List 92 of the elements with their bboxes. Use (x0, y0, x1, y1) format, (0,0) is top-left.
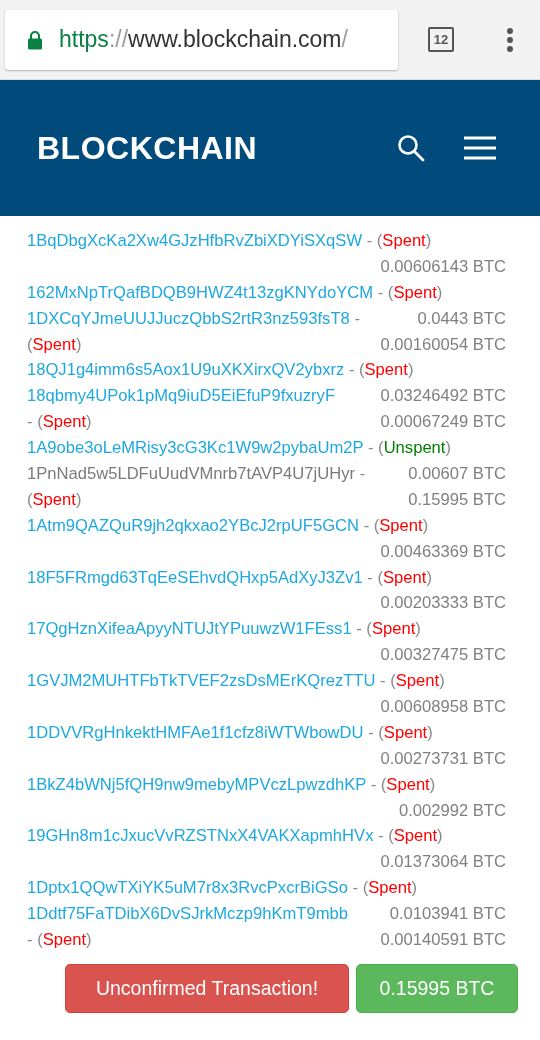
status-text: Spent (368, 878, 412, 898)
lock-icon (27, 29, 43, 50)
separator-text: - ( (365, 231, 383, 250)
bracket-text: ) (86, 930, 92, 950)
amount-text: 0.0103941 BTC (389, 903, 506, 926)
address-link[interactable]: 19GHn8m1cJxucVvRZSTNxX4VAKXapmhHVx (27, 826, 374, 846)
bracket-text: ) (411, 878, 418, 898)
amount-text: 0.03246492 BTC (380, 385, 506, 408)
amount-text: 0.00067249 BTC (380, 411, 506, 434)
separator-text: - ( (366, 567, 383, 587)
search-icon[interactable] (397, 134, 425, 162)
separator-text: - ( (366, 438, 384, 458)
separator-text: ( (27, 334, 33, 354)
separator-text: - ( (351, 878, 369, 898)
amount-text: 0.00273731 BTC (380, 747, 506, 770)
amount-text: 0.00607 BTC (408, 463, 506, 485)
separator-text: - ( (367, 722, 384, 742)
amount-text: 0.01373064 BTC (380, 851, 506, 874)
separator-text: - (358, 464, 366, 483)
address-link[interactable]: 1BkZ4bWNj5fQH9nw9mebyMPVczLpwzdhKP (27, 774, 367, 794)
total-button[interactable]: 0.15995 BTC (356, 964, 518, 1013)
bracket-text: ) (75, 489, 82, 509)
bracket-text: ) (436, 282, 443, 302)
separator-text: - ( (362, 515, 380, 535)
bracket-text: ) (75, 334, 82, 354)
address-text: 1PnNad5w5LDFuUudVMnrb7tAVP4U7jUHyr (27, 464, 356, 483)
status-text: Spent (42, 412, 87, 432)
url-text: https://www.blockchain.com/ (59, 26, 348, 53)
address-bar[interactable]: https://www.blockchain.com/ (5, 9, 398, 70)
bracket-text: ) (429, 774, 436, 794)
status-button[interactable]: Unconfirmed Transaction! (65, 964, 349, 1013)
bracket-text: ) (86, 412, 92, 432)
tab-count-button[interactable]: 12 (428, 27, 454, 52)
separator-text: - ( (27, 930, 43, 950)
address-link[interactable]: 1GVJM2MUHTFbTkTVEF2zsDsMErKQrezTTU (27, 671, 376, 691)
address-link[interactable]: 1DXCqYJmeUUJJuczQbbS2rtR3nz593fsT8 (27, 308, 350, 328)
separator-text: - ( (376, 282, 394, 302)
bracket-text: ) (427, 722, 433, 742)
address-link[interactable]: 162MxNpTrQafBDQB9HWZ4t13zgKNYdoYCM (27, 282, 374, 302)
address-link[interactable]: 1Atm9QAZQuR9jh2qkxao2YBcJ2rpUF5GCN (27, 515, 359, 535)
address-link[interactable]: 1DDVVRgHnkektHMFAe1f1cfz8iWTWbowDU (27, 722, 364, 742)
amount-text: 0.15995 BTC (408, 488, 506, 511)
separator-text: - ( (377, 826, 394, 846)
logo-text[interactable]: BLOCKCHAIN (37, 129, 397, 167)
separator-text: - (353, 308, 360, 328)
address-link[interactable]: 18qbmy4UPok1pMq9iuD5EiEfuP9fxuzryF (27, 386, 336, 406)
status-text: Spent (393, 282, 437, 302)
menu-icon[interactable] (463, 136, 497, 160)
status-text: Unspent (383, 438, 446, 458)
separator-text: - ( (369, 774, 387, 794)
status-text: Spent (383, 567, 427, 587)
bracket-text: ) (415, 619, 421, 639)
status-text: Spent (42, 930, 87, 950)
amount-text: 0.00463369 BTC (380, 540, 506, 563)
address-link[interactable]: 1BqDbgXcKa2Xw4GJzHfbRvZbiXDYiSXqSW (27, 231, 363, 250)
address-link[interactable]: 1Ddtf75FaTDibX6DvSJrkMczp9hKmT9mbb (27, 904, 348, 924)
status-text: Spent (32, 489, 76, 509)
amount-text: 0.00327475 BTC (380, 644, 506, 667)
bracket-text: ) (426, 567, 432, 587)
amount-text: 0.00606143 BTC (380, 255, 506, 278)
separator-text: ( (27, 489, 33, 509)
amount-text: 0.00160054 BTC (380, 333, 506, 356)
address-link[interactable]: 1A9obe3oLeMRisy3cG3Kc1W9w2pybaUm2P (27, 438, 364, 458)
status-text: Spent (386, 774, 430, 794)
bracket-text: ) (425, 231, 432, 250)
amount-text: 0.00608958 BTC (380, 696, 506, 719)
status-text: Spent (379, 515, 423, 535)
bracket-text: ) (407, 360, 414, 380)
amount-text: 0.00203333 BTC (380, 592, 506, 615)
address-link[interactable]: 18QJ1g4imm6s5Aox1U9uXKXirxQV2ybxrz (27, 360, 345, 380)
status-text: Spent (364, 360, 408, 380)
address-link[interactable]: 18F5FRmgd63TqEeSEhvdQHxp5AdXyJ3Zv1 (27, 567, 363, 587)
bracket-text: ) (439, 671, 445, 691)
status-text: Spent (383, 722, 428, 742)
separator-text: - ( (379, 671, 396, 691)
status-text: Spent (393, 826, 438, 846)
status-text: Spent (395, 671, 440, 691)
bracket-text: ) (422, 515, 429, 535)
amount-text: 0.00140591 BTC (380, 929, 506, 952)
separator-text: - ( (347, 360, 365, 380)
separator-text: - ( (355, 619, 372, 639)
status-text: Spent (32, 334, 76, 354)
address-link[interactable]: 1Dptx1QQwTXiYK5uM7r8x3RvcPxcrBiGSo (27, 878, 348, 898)
bracket-text: ) (437, 826, 443, 846)
amount-text: 0.0443 BTC (417, 307, 506, 330)
more-menu-icon[interactable] (506, 26, 514, 53)
amount-text: 0.002992 BTC (399, 799, 506, 822)
status-text: Spent (371, 619, 416, 639)
separator-text: - ( (27, 412, 43, 432)
bracket-text: ) (445, 438, 451, 458)
status-text: Spent (382, 231, 426, 250)
address-link[interactable]: 17QgHznXifeaApyyNTUJtYPuuwzW1FEss1 (27, 619, 352, 639)
